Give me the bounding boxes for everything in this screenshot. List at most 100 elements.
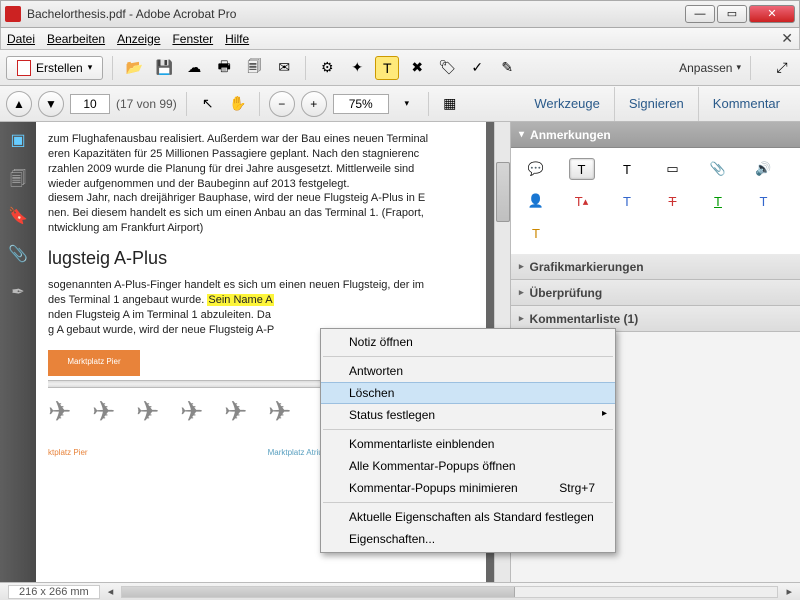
highlight-tool-icon[interactable]: T: [569, 158, 595, 180]
body-text: nen. Bei diesem handelt es sich um einen…: [48, 206, 474, 221]
zoom-in-button[interactable]: +: [301, 91, 327, 117]
close-button[interactable]: ✕: [749, 5, 795, 23]
menu-item-set-status[interactable]: Status festlegen: [321, 404, 615, 426]
save-icon[interactable]: 💾: [152, 56, 176, 80]
diagram-label: ktplatz Pier: [48, 448, 88, 459]
create-button[interactable]: Erstellen ▾: [6, 56, 103, 80]
note-tool-icon[interactable]: T: [375, 56, 399, 80]
textbox-icon[interactable]: ▭: [660, 158, 686, 180]
menu-item-reply[interactable]: Antworten: [321, 360, 615, 382]
annotation-tools: 💬 T T ▭ 📎 🔊 👤 T▴ T T T T T: [511, 148, 800, 254]
document-icon: [17, 60, 31, 76]
page-number-input[interactable]: [70, 94, 110, 114]
page-count-label: (17 von 99): [116, 97, 177, 111]
bookmarks-icon[interactable]: 🔖: [7, 206, 29, 228]
signature-icon[interactable]: ✒: [7, 282, 29, 304]
fullscreen-icon[interactable]: ⤢: [770, 56, 794, 80]
menu-window[interactable]: Fenster: [172, 32, 213, 46]
stamp-icon[interactable]: 🏷: [435, 56, 459, 80]
underline-icon[interactable]: T: [705, 190, 731, 212]
check-icon[interactable]: ✓: [465, 56, 489, 80]
print-icon[interactable]: 🖶: [212, 56, 236, 80]
scroll-left-icon[interactable]: ◂: [108, 585, 114, 598]
page-size-label: 216 x 266 mm: [8, 585, 100, 599]
text-icon[interactable]: T: [614, 158, 640, 180]
pages-icon[interactable]: 🗐: [7, 168, 29, 190]
replace-text-icon[interactable]: T: [614, 190, 640, 212]
airplane-icon: ✈: [48, 398, 78, 428]
tool-extra-icon[interactable]: ▦: [438, 92, 462, 116]
maximize-button[interactable]: ▭: [717, 5, 747, 23]
airplane-icon: ✈: [224, 398, 254, 428]
strikethrough-icon[interactable]: T: [660, 190, 686, 212]
menu-edit[interactable]: Bearbeiten: [47, 32, 105, 46]
panel-header-annotations[interactable]: ▾Anmerkungen: [511, 122, 800, 148]
body-text: ntwicklung am Frankfurt Airport): [48, 221, 474, 236]
menu-bar: Datei Bearbeiten Anzeige Fenster Hilfe ✕: [0, 28, 800, 50]
pointer-icon[interactable]: ↖: [196, 92, 220, 116]
page-down-button[interactable]: ▼: [38, 91, 64, 117]
body-text: eren Kapazitäten für 25 Millionen Passag…: [48, 147, 474, 162]
panel-row-review[interactable]: ▸Überprüfung: [511, 280, 800, 306]
menu-item-delete[interactable]: Löschen: [321, 382, 615, 404]
menubar-close-icon[interactable]: ✕: [781, 30, 793, 47]
insert-text-icon[interactable]: T▴: [569, 190, 595, 212]
zoom-input[interactable]: [333, 94, 389, 114]
zoom-out-button[interactable]: −: [269, 91, 295, 117]
cloud-icon[interactable]: ☁: [182, 56, 206, 80]
hand-icon[interactable]: ✋: [226, 92, 250, 116]
attachments-icon[interactable]: 📎: [7, 244, 29, 266]
menu-item-open-note[interactable]: Notiz öffnen: [321, 331, 615, 353]
horizontal-scrollbar[interactable]: [121, 586, 778, 598]
body-text: des Terminal 1 angebaut wurde. Sein Name…: [48, 293, 474, 308]
comment-link[interactable]: Kommentar: [698, 87, 794, 121]
menu-file[interactable]: Datei: [7, 32, 35, 46]
title-bar: Bachelorthesis.pdf - Adobe Acrobat Pro —…: [0, 0, 800, 28]
edit-icon[interactable]: ✎: [495, 56, 519, 80]
airplane-icon: ✈: [180, 398, 210, 428]
add-note-icon[interactable]: T: [751, 190, 777, 212]
body-text: sogenannten A-Plus-Finger handelt es sic…: [48, 278, 474, 293]
menu-item-properties[interactable]: Eigenschaften...: [321, 528, 615, 550]
thumbnails-icon[interactable]: ▣: [7, 130, 29, 152]
panel-row-grafik[interactable]: ▸Grafikmarkierungen: [511, 254, 800, 280]
audio-icon[interactable]: 🔊: [751, 158, 777, 180]
airplane-icon: ✈: [136, 398, 166, 428]
scan-icon[interactable]: 🗐: [242, 56, 266, 80]
app-icon: [5, 6, 21, 22]
scroll-thumb[interactable]: [496, 162, 510, 222]
menu-item-open-all-popups[interactable]: Alle Kommentar-Popups öffnen: [321, 455, 615, 477]
sparkle-icon[interactable]: ✦: [345, 56, 369, 80]
main-toolbar: Erstellen ▾ 📂 💾 ☁ 🖶 🗐 ✉ ⚙ ✦ T ✖ 🏷 ✓ ✎ An…: [0, 50, 800, 86]
strike-icon[interactable]: ✖: [405, 56, 429, 80]
scroll-thumb[interactable]: [122, 587, 515, 597]
customize-button[interactable]: Anpassen▾: [679, 61, 741, 75]
highlight-annotation[interactable]: Sein Name A: [207, 294, 273, 306]
window-title: Bachelorthesis.pdf - Adobe Acrobat Pro: [27, 7, 685, 21]
stamp-tool-icon[interactable]: 👤: [523, 190, 549, 212]
menu-item-show-list[interactable]: Kommentarliste einblenden: [321, 433, 615, 455]
scroll-right-icon[interactable]: ▸: [786, 585, 792, 598]
menu-help[interactable]: Hilfe: [225, 32, 249, 46]
nav-toolbar: ▲ ▼ (17 von 99) ↖ ✋ − + ▾ ▦ Werkzeuge Si…: [0, 86, 800, 122]
section-heading: lugsteig A-Plus: [48, 246, 474, 270]
sticky-note-icon[interactable]: 💬: [523, 158, 549, 180]
body-text: diesem Jahr, nach dreijähriger Bauphase,…: [48, 191, 474, 206]
minimize-button[interactable]: —: [685, 5, 715, 23]
menu-item-default-properties[interactable]: Aktuelle Eigenschaften als Standard fest…: [321, 506, 615, 528]
page-up-button[interactable]: ▲: [6, 91, 32, 117]
menu-item-minimize-popups[interactable]: Kommentar-Popups minimierenStrg+7: [321, 477, 615, 499]
email-icon[interactable]: ✉: [272, 56, 296, 80]
open-icon[interactable]: 📂: [122, 56, 146, 80]
context-menu: Notiz öffnen Antworten Löschen Status fe…: [320, 328, 616, 553]
zoom-dropdown-icon[interactable]: ▾: [395, 92, 419, 116]
sign-link[interactable]: Signieren: [614, 87, 698, 121]
text-correction-icon[interactable]: T: [523, 222, 549, 244]
gear-icon[interactable]: ⚙: [315, 56, 339, 80]
status-bar: 216 x 266 mm ◂ ▸: [0, 582, 800, 600]
body-text: rzahlen 2009 wurde die Planung für drei …: [48, 162, 474, 177]
menu-view[interactable]: Anzeige: [117, 32, 160, 46]
attach-icon[interactable]: 📎: [705, 158, 731, 180]
tools-link[interactable]: Werkzeuge: [520, 87, 614, 121]
body-text: zum Flughafenausbau realisiert. Außerdem…: [48, 132, 474, 147]
